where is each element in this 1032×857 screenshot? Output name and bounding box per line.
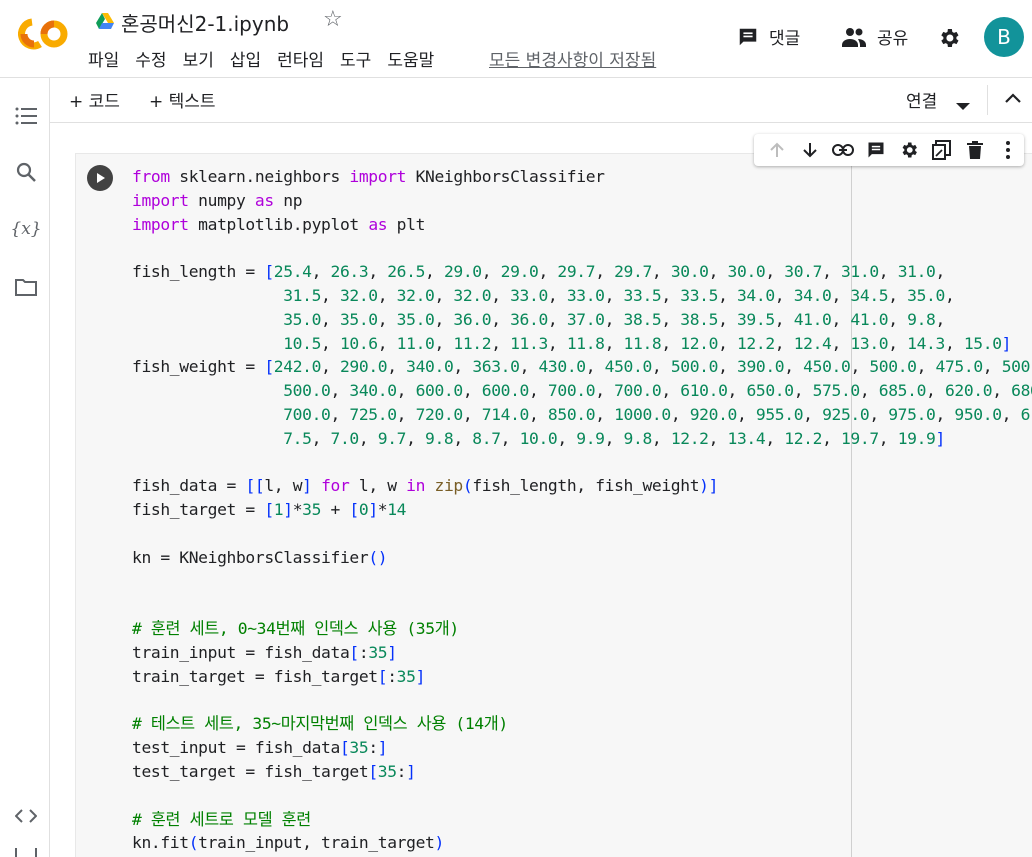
mirror-cell-icon[interactable] <box>925 134 958 166</box>
code-line[interactable]: ​ <box>132 451 1032 475</box>
comment-icon[interactable] <box>859 134 892 166</box>
notebook-toolbar: + 코드 + 텍스트 연결 <box>50 78 1032 123</box>
colab-logo[interactable] <box>18 14 70 54</box>
code-line[interactable]: 700.0, 725.0, 720.0, 714.0, 850.0, 1000.… <box>132 403 1032 427</box>
link-icon[interactable] <box>826 134 859 166</box>
run-cell-button[interactable] <box>87 165 113 191</box>
more-icon[interactable] <box>991 134 1024 166</box>
code-line[interactable]: # 훈련 세트, 0~34번째 인덱스 사용 (35개) <box>132 617 1032 641</box>
terminal-icon[interactable] <box>14 848 38 857</box>
code-line[interactable]: test_input = fish_data[35:] <box>132 736 1032 760</box>
share-label: 공유 <box>877 29 909 49</box>
menu-edit[interactable]: 수정 <box>135 46 166 71</box>
connect-button[interactable]: 연결 <box>906 87 937 112</box>
menu-runtime[interactable]: 런타임 <box>277 46 324 71</box>
code-editor[interactable]: from sklearn.neighbors import KNeighbors… <box>132 165 1032 855</box>
chevron-up-icon[interactable] <box>1004 90 1022 112</box>
code-line[interactable]: ​ <box>132 784 1032 808</box>
code-line[interactable]: train_input = fish_data[:35] <box>132 641 1032 665</box>
chevron-down-icon[interactable] <box>956 96 970 115</box>
variables-icon[interactable]: {x} <box>10 217 41 241</box>
add-code-button[interactable]: + 코드 <box>69 87 120 112</box>
left-sidebar: {x} <box>0 78 50 857</box>
code-line[interactable]: import numpy as np <box>132 189 1032 213</box>
menu-insert[interactable]: 삽입 <box>230 46 261 71</box>
code-line[interactable]: fish_target = [1]*35 + [0]*14 <box>132 498 1032 522</box>
toc-icon[interactable] <box>14 104 38 128</box>
comment-icon <box>739 28 757 45</box>
code-line[interactable]: fish_length = [25.4, 26.3, 26.5, 29.0, 2… <box>132 260 1032 284</box>
app-header: 혼공머신2-1.ipynb ☆ 파일 수정 보기 삽입 런타임 도구 도움말 모… <box>0 0 1032 78</box>
cell-toolbar <box>754 134 1024 166</box>
avatar[interactable]: B <box>984 17 1024 57</box>
folder-icon[interactable] <box>14 275 38 299</box>
code-line[interactable]: # 훈련 세트로 모델 훈련 <box>132 808 1032 832</box>
people-icon <box>842 27 866 47</box>
move-down-icon[interactable] <box>793 134 826 166</box>
code-line[interactable]: ​ <box>132 236 1032 260</box>
code-line[interactable]: from sklearn.neighbors import KNeighbors… <box>132 165 1032 189</box>
code-line[interactable]: test_target = fish_target[35:] <box>132 760 1032 784</box>
code-line[interactable]: train_target = fish_target[:35] <box>132 665 1032 689</box>
code-line[interactable]: import matplotlib.pyplot as plt <box>132 213 1032 237</box>
code-line[interactable]: ​ <box>132 689 1032 713</box>
share-button[interactable]: 공유 <box>841 24 908 49</box>
code-line[interactable]: ​ <box>132 522 1032 546</box>
code-line[interactable]: ​ <box>132 593 1032 617</box>
code-line[interactable]: kn.fit(train_input, train_target) <box>132 831 1032 855</box>
toolbar-divider <box>987 85 988 115</box>
settings-icon[interactable] <box>892 134 925 166</box>
settings-icon[interactable] <box>937 26 961 54</box>
code-line[interactable]: kn = KNeighborsClassifier() <box>132 546 1032 570</box>
menu-help[interactable]: 도움말 <box>387 46 434 71</box>
comment-label: 댓글 <box>769 29 801 49</box>
code-line[interactable]: ​ <box>132 570 1032 594</box>
star-icon[interactable]: ☆ <box>323 7 343 32</box>
menu-view[interactable]: 보기 <box>183 46 214 71</box>
code-line[interactable]: 35.0, 35.0, 35.0, 36.0, 36.0, 37.0, 38.5… <box>132 308 1032 332</box>
search-icon[interactable] <box>14 160 38 184</box>
code-line[interactable]: fish_data = [[l, w] for l, w in zip(fish… <box>132 474 1032 498</box>
code-line[interactable]: 7.5, 7.0, 9.7, 9.8, 8.7, 10.0, 9.9, 9.8,… <box>132 427 1032 451</box>
code-line[interactable]: 31.5, 32.0, 32.0, 32.0, 33.0, 33.0, 33.5… <box>132 284 1032 308</box>
code-line[interactable]: 500.0, 340.0, 600.0, 600.0, 700.0, 700.0… <box>132 379 1032 403</box>
code-line[interactable]: # 테스트 세트, 35~마지막번째 인덱스 사용 (14개) <box>132 712 1032 736</box>
menu-file[interactable]: 파일 <box>88 46 119 71</box>
code-snippets-icon[interactable] <box>14 804 38 828</box>
menu-bar: 파일 수정 보기 삽입 런타임 도구 도움말 <box>88 46 450 71</box>
add-text-button[interactable]: + 텍스트 <box>149 87 216 112</box>
save-status-link[interactable]: 모든 변경사항이 저장됨 <box>489 46 656 71</box>
delete-icon[interactable] <box>958 134 991 166</box>
code-line[interactable]: fish_weight = [242.0, 290.0, 340.0, 363.… <box>132 355 1032 379</box>
menu-tools[interactable]: 도구 <box>340 46 371 71</box>
move-up-icon[interactable] <box>760 134 793 166</box>
comment-button[interactable]: 댓글 <box>737 24 800 49</box>
google-drive-icon[interactable] <box>96 13 114 29</box>
play-icon <box>97 173 105 183</box>
notebook-title[interactable]: 혼공머신2-1.ipynb <box>121 8 289 37</box>
code-line[interactable]: 10.5, 10.6, 11.0, 11.2, 11.3, 11.8, 11.8… <box>132 332 1032 356</box>
